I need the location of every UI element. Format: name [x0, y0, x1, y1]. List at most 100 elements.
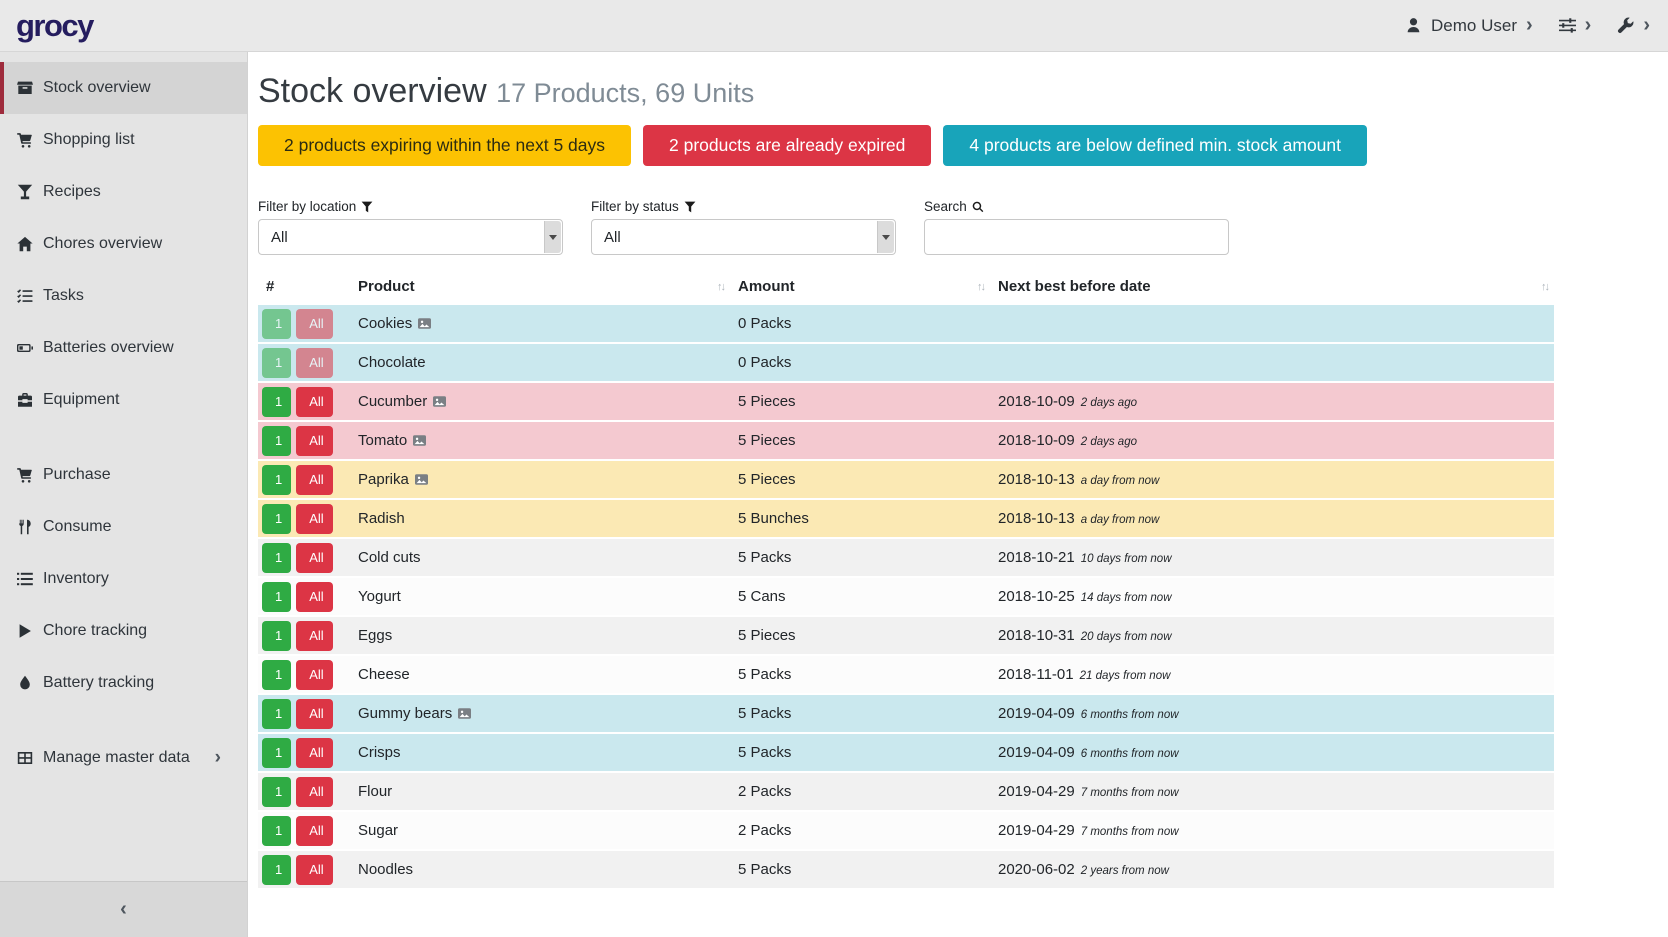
amount-cell: 5 Pieces	[730, 422, 990, 461]
sidebar-item-purchase[interactable]: Purchase	[0, 449, 247, 501]
sidebar-item-inventory[interactable]: Inventory	[0, 553, 247, 605]
dropdown-arrow-icon	[877, 221, 894, 253]
consume-all-button[interactable]: All	[296, 465, 332, 495]
consume-all-button[interactable]: All	[296, 582, 332, 612]
consume-all-button[interactable]: All	[296, 543, 332, 573]
sort-icon[interactable]: ↑↓	[977, 281, 984, 293]
app-logo[interactable]: grocy	[16, 8, 93, 44]
user-menu[interactable]: Demo User ›	[1405, 16, 1533, 36]
best-before-cell: 2020-06-022 years from now	[990, 851, 1554, 890]
sidebar-item-stock-overview[interactable]: Stock overview	[0, 62, 247, 114]
sidebar-item-label: Shopping list	[43, 131, 135, 149]
amount-cell: 5 Packs	[730, 695, 990, 734]
consume-one-button[interactable]: 1	[262, 738, 291, 768]
consume-one-button[interactable]: 1	[262, 582, 291, 612]
status-filter-select[interactable]: All	[591, 219, 896, 255]
consume-all-button[interactable]: All	[296, 777, 332, 807]
product-name: Paprika	[358, 471, 409, 488]
image-icon	[415, 473, 428, 486]
column-header-product[interactable]: Product ↑↓	[350, 270, 730, 305]
consume-cell: 1 All	[258, 578, 350, 617]
image-icon	[413, 434, 426, 447]
admin-menu[interactable]: ›	[1617, 17, 1650, 35]
sidebar-item-consume[interactable]: Consume	[0, 501, 247, 553]
relative-time: a day from now	[1081, 514, 1160, 526]
consume-one-button[interactable]: 1	[262, 855, 291, 885]
column-header-number: #	[258, 270, 350, 305]
best-before-cell: 2019-04-096 months from now	[990, 695, 1554, 734]
consume-one-button[interactable]: 1	[262, 777, 291, 807]
location-filter-label: Filter by location	[258, 199, 563, 214]
consume-one-button[interactable]: 1	[262, 621, 291, 651]
sidebar-item-label: Inventory	[43, 570, 109, 588]
best-before-cell: 2018-11-0121 days from now	[990, 656, 1554, 695]
status-filter-value: All	[604, 229, 621, 246]
consume-one-button[interactable]: 1	[262, 309, 291, 339]
consume-all-button[interactable]: All	[296, 699, 332, 729]
location-filter-value: All	[271, 229, 288, 246]
consume-all-button[interactable]: All	[296, 387, 332, 417]
table-row: 1 All Chocolate 0 Packs	[258, 344, 1554, 383]
relative-time: 6 months from now	[1081, 748, 1179, 760]
location-filter-select[interactable]: All	[258, 219, 563, 255]
sidebar-item-battery-tracking[interactable]: Battery tracking	[0, 657, 247, 709]
sidebar-collapse-button[interactable]: ‹	[0, 881, 247, 937]
column-header-best-before[interactable]: Next best before date ↑↓	[990, 270, 1554, 305]
product-name: Eggs	[358, 627, 392, 644]
consume-all-button[interactable]: All	[296, 504, 332, 534]
column-header-amount[interactable]: Amount ↑↓	[730, 270, 990, 305]
consume-all-button[interactable]: All	[296, 855, 332, 885]
stock-alert-button-0[interactable]: 2 products expiring within the next 5 da…	[258, 125, 631, 166]
sidebar-item-manage-master-data[interactable]: Manage master data ›	[0, 732, 247, 784]
consume-one-button[interactable]: 1	[262, 699, 291, 729]
product-name: Sugar	[358, 822, 398, 839]
consume-one-button[interactable]: 1	[262, 348, 291, 378]
dropdown-arrow-icon	[544, 221, 561, 253]
search-input[interactable]	[924, 219, 1229, 255]
consume-all-button[interactable]: All	[296, 738, 332, 768]
best-before-cell: 2018-10-092 days ago	[990, 383, 1554, 422]
consume-one-button[interactable]: 1	[262, 387, 291, 417]
consume-all-button[interactable]: All	[296, 309, 332, 339]
sidebar-item-label: Consume	[43, 518, 111, 536]
consume-all-button[interactable]: All	[296, 426, 332, 456]
consume-one-button[interactable]: 1	[262, 543, 291, 573]
best-before-date: 2018-10-21	[998, 549, 1075, 566]
consume-all-button[interactable]: All	[296, 621, 332, 651]
sidebar-item-equipment[interactable]: Equipment	[0, 374, 247, 426]
consume-one-button[interactable]: 1	[262, 816, 291, 846]
sidebar-item-recipes[interactable]: Recipes	[0, 166, 247, 218]
sort-icon[interactable]: ↑↓	[1541, 281, 1548, 293]
play-icon	[15, 623, 35, 639]
product-name: Cheese	[358, 666, 410, 683]
sidebar-item-shopping-list[interactable]: Shopping list	[0, 114, 247, 166]
product-name: Crisps	[358, 744, 401, 761]
table-row: 1 All Eggs 5 Pieces 2018-10-3120 days fr…	[258, 617, 1554, 656]
sidebar-item-chores-overview[interactable]: Chores overview	[0, 218, 247, 270]
user-icon	[1405, 17, 1422, 34]
sidebar-item-batteries-overview[interactable]: Batteries overview	[0, 322, 247, 374]
relative-time: 6 months from now	[1081, 709, 1179, 721]
consume-one-button[interactable]: 1	[262, 426, 291, 456]
sort-icon[interactable]: ↑↓	[717, 281, 724, 293]
consume-one-button[interactable]: 1	[262, 660, 291, 690]
consume-all-button[interactable]: All	[296, 660, 332, 690]
consume-one-button[interactable]: 1	[262, 465, 291, 495]
display-settings-menu[interactable]: ›	[1559, 17, 1592, 35]
consume-cell: 1 All	[258, 656, 350, 695]
stock-alert-button-2[interactable]: 4 products are below defined min. stock …	[943, 125, 1367, 166]
sidebar-item-label: Manage master data	[43, 749, 190, 767]
sidebar-item-tasks[interactable]: Tasks	[0, 270, 247, 322]
filter-bar: Filter by location All Filter by status …	[258, 199, 1554, 255]
consume-one-button[interactable]: 1	[262, 504, 291, 534]
consume-all-button[interactable]: All	[296, 348, 332, 378]
consume-cell: 1 All	[258, 383, 350, 422]
table-row: 1 All Cold cuts 5 Packs 2018-10-2110 day…	[258, 539, 1554, 578]
consume-all-button[interactable]: All	[296, 816, 332, 846]
stock-alert-button-1[interactable]: 2 products are already expired	[643, 125, 931, 166]
consume-cell: 1 All	[258, 695, 350, 734]
product-cell: Eggs	[350, 617, 730, 656]
relative-time: 2 days ago	[1081, 436, 1137, 448]
product-name: Chocolate	[358, 354, 426, 371]
sidebar-item-chore-tracking[interactable]: Chore tracking	[0, 605, 247, 657]
